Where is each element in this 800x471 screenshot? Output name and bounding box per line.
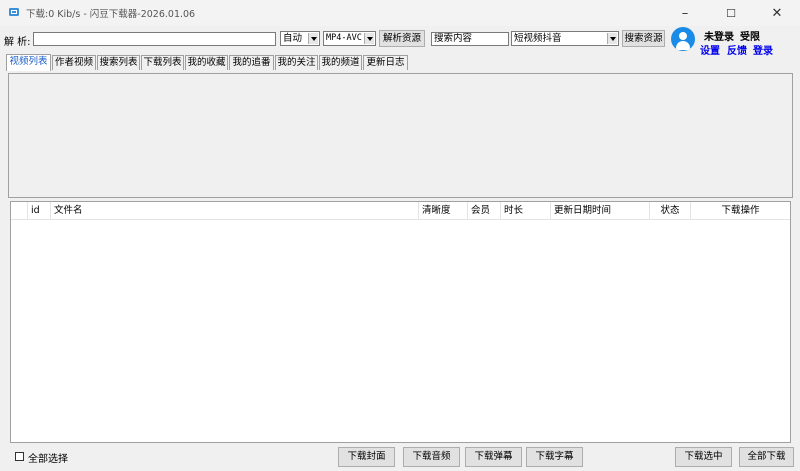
mode-select[interactable]: 自动 bbox=[280, 31, 320, 46]
login-status: 未登录 bbox=[704, 32, 734, 43]
preview-panel bbox=[8, 73, 793, 198]
col-filename-header[interactable]: 文件名 bbox=[51, 202, 419, 220]
feedback-link[interactable]: 反馈 bbox=[727, 42, 747, 57]
download-danmaku-button[interactable]: 下载弹幕 bbox=[465, 447, 522, 467]
avatar-icon[interactable] bbox=[671, 27, 695, 51]
search-input[interactable]: 搜索内容 bbox=[431, 32, 509, 46]
tab-channels[interactable]: 我的频道 bbox=[319, 55, 362, 70]
chevron-down-icon bbox=[607, 33, 617, 44]
url-input[interactable] bbox=[33, 32, 276, 46]
parse-label: 解 析: bbox=[4, 37, 31, 48]
chevron-down-icon bbox=[364, 33, 374, 44]
mode-select-value: 自动 bbox=[283, 33, 303, 44]
title-bar: 下载:0 Kib/s - 闪豆下载器-2026.01.06 – ☐ ✕ bbox=[0, 0, 800, 26]
download-audio-button[interactable]: 下载音频 bbox=[403, 447, 460, 467]
tab-author-videos[interactable]: 作者视频 bbox=[52, 55, 96, 70]
search-button[interactable]: 搜索资源 bbox=[622, 30, 665, 47]
tab-following[interactable]: 我的关注 bbox=[275, 55, 318, 70]
download-subtitle-button[interactable]: 下载字幕 bbox=[526, 447, 583, 467]
format-select[interactable]: MP4-AVC bbox=[323, 31, 376, 46]
col-actions-header[interactable]: 下载操作 bbox=[691, 202, 790, 220]
parse-button[interactable]: 解析资源 bbox=[379, 30, 425, 47]
select-all-checkbox[interactable] bbox=[15, 452, 24, 461]
col-duration-header[interactable]: 时长 bbox=[501, 202, 551, 220]
select-all-label[interactable]: 全部选择 bbox=[28, 450, 68, 465]
tab-video-list[interactable]: 视频列表 bbox=[6, 54, 51, 71]
quota-status: 受限 bbox=[740, 32, 760, 43]
tab-download-list[interactable]: 下载列表 bbox=[141, 55, 184, 70]
download-cover-button[interactable]: 下载封面 bbox=[338, 447, 395, 467]
download-selected-button[interactable]: 下载选中 bbox=[675, 447, 732, 467]
table-header: id 文件名 清晰度 会员 时长 更新日期时间 状态 下载操作 bbox=[11, 202, 790, 220]
app-logo-icon bbox=[9, 8, 19, 16]
tab-following-series[interactable]: 我的追番 bbox=[229, 55, 274, 70]
col-status-header[interactable]: 状态 bbox=[650, 202, 691, 220]
close-button[interactable]: ✕ bbox=[754, 0, 800, 26]
settings-link[interactable]: 设置 bbox=[700, 42, 720, 57]
format-select-value: MP4-AVC bbox=[326, 33, 362, 43]
file-table[interactable]: id 文件名 清晰度 会员 时长 更新日期时间 状态 下载操作 bbox=[10, 201, 791, 443]
maximize-button[interactable]: ☐ bbox=[708, 0, 754, 26]
platform-select-value: 短视频抖音 bbox=[514, 33, 562, 44]
col-quality-header[interactable]: 清晰度 bbox=[419, 202, 468, 220]
tab-search-list[interactable]: 搜索列表 bbox=[97, 55, 140, 70]
tab-changelog[interactable]: 更新日志 bbox=[363, 55, 408, 70]
col-check-header[interactable] bbox=[11, 202, 28, 220]
tab-favorites[interactable]: 我的收藏 bbox=[185, 55, 228, 70]
chevron-down-icon bbox=[308, 33, 318, 44]
platform-select[interactable]: 短视频抖音 bbox=[511, 31, 619, 46]
login-link[interactable]: 登录 bbox=[753, 42, 773, 57]
download-all-button[interactable]: 全部下载 bbox=[739, 447, 794, 467]
col-id-header[interactable]: id bbox=[28, 202, 51, 220]
col-updated-header[interactable]: 更新日期时间 bbox=[551, 202, 650, 220]
col-vip-header[interactable]: 会员 bbox=[468, 202, 501, 220]
minimize-button[interactable]: – bbox=[662, 0, 708, 26]
window-title: 下载:0 Kib/s - 闪豆下载器-2026.01.06 bbox=[26, 9, 196, 20]
